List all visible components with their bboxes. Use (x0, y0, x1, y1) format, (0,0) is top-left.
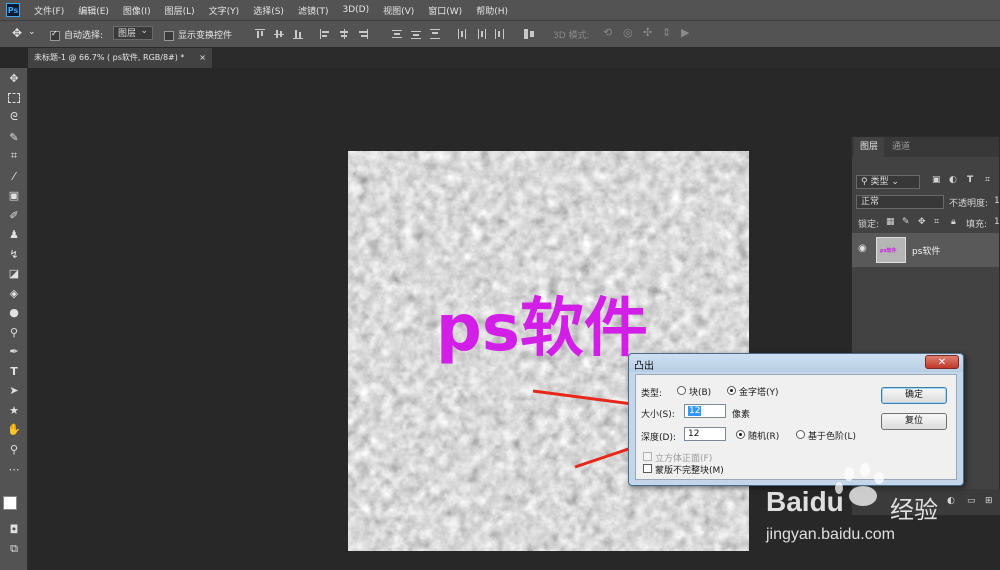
depth-level-label[interactable]: 基于色阶(L) (808, 429, 856, 442)
watermark-brand: Baidu (766, 486, 844, 517)
depth-input[interactable]: 12 (684, 427, 726, 441)
depth-random-label[interactable]: 随机(R) (748, 429, 779, 442)
type-block-radio[interactable] (677, 386, 686, 395)
depth-level-radio[interactable] (796, 430, 805, 439)
dialog-title: 凸出 (634, 361, 654, 372)
size-value: 12 (688, 406, 702, 416)
type-pyramid-label[interactable]: 金字塔(Y) (739, 385, 779, 398)
depth-label: 深度(D): (641, 433, 676, 443)
size-input[interactable]: 12 (684, 404, 726, 418)
baidu-watermark: Baidu 经验 jingyan.baidu.com (766, 458, 996, 558)
dialog-close-button[interactable]: ✕ (925, 355, 959, 369)
mask-incomplete-label: 蒙版不完整块(M) (655, 466, 724, 476)
dialog-titlebar[interactable]: 凸出 ✕ (629, 354, 963, 372)
size-unit: 像素 (732, 410, 751, 420)
depth-value: 12 (688, 429, 700, 439)
type-block-label[interactable]: 块(B) (689, 385, 711, 398)
watermark-url: jingyan.baidu.com (766, 526, 895, 543)
size-label: 大小(S): (641, 410, 675, 420)
type-pyramid-radio[interactable] (727, 386, 736, 395)
reset-button[interactable]: 复位 (881, 413, 947, 430)
solid-front-checkbox[interactable] (643, 452, 652, 461)
watermark-cn: 经验 (890, 496, 938, 524)
ok-button[interactable]: 确定 (881, 387, 947, 404)
mask-incomplete-checkbox[interactable] (643, 464, 652, 473)
depth-random-radio[interactable] (736, 430, 745, 439)
type-label: 类型: (641, 389, 663, 399)
